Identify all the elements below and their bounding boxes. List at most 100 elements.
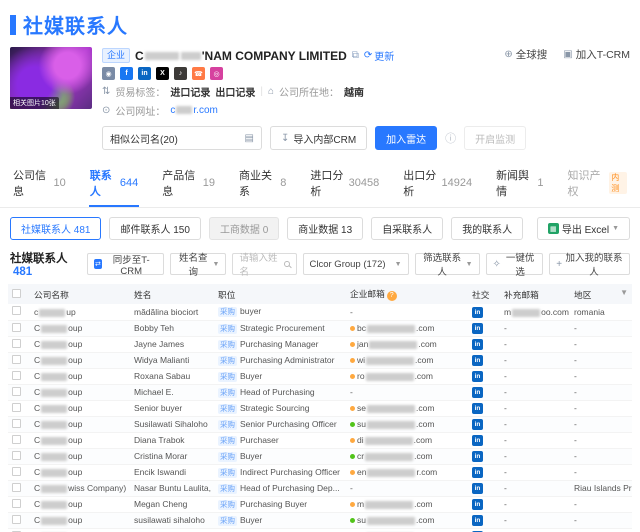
building-icon: ⌂ bbox=[268, 86, 275, 97]
linkedin-icon[interactable]: in bbox=[472, 515, 483, 526]
linkedin-icon[interactable]: in bbox=[472, 467, 483, 478]
similar-companies-button[interactable]: 相似公司名(20) ▤ bbox=[102, 126, 262, 150]
action-row: 相似公司名(20) ▤ ↧ 导入内部CRM 加入雷达 ⓘ 开启监测 bbox=[102, 126, 640, 150]
tab-products[interactable]: 产品信息 19 bbox=[161, 160, 216, 207]
global-search-button[interactable]: ⊕ 全球搜 bbox=[504, 47, 547, 62]
import-icon: ↧ bbox=[281, 132, 290, 144]
row-checkbox[interactable] bbox=[12, 354, 21, 364]
add-my-contacts-button[interactable]: + 加入我的联系人 bbox=[549, 253, 631, 278]
filter-funnel-icon[interactable]: ▼ bbox=[620, 288, 628, 297]
row-checkbox[interactable] bbox=[12, 322, 21, 332]
tab-ip[interactable]: 知识产权 内测 bbox=[566, 160, 628, 207]
email-status-dot bbox=[350, 470, 355, 476]
redacted-text bbox=[366, 516, 415, 525]
refresh-button[interactable]: ⟳ 更新 bbox=[364, 48, 394, 63]
cell-company: Coup bbox=[30, 320, 130, 337]
tiktok-icon[interactable]: ♪ bbox=[174, 67, 187, 80]
cell-social: in bbox=[468, 464, 500, 481]
header-region: 地区 ▼ bbox=[570, 284, 632, 304]
tcrm-icon: ▣ bbox=[563, 49, 573, 60]
import-record-link[interactable]: 进口记录 bbox=[170, 84, 210, 99]
linkedin-icon[interactable]: in bbox=[472, 339, 483, 350]
select-all-checkbox[interactable] bbox=[12, 288, 21, 298]
row-checkbox[interactable] bbox=[12, 466, 21, 476]
cell-checkbox bbox=[8, 416, 30, 433]
start-monitor-button[interactable]: 开启监测 bbox=[464, 126, 527, 150]
linkedin-icon[interactable]: in bbox=[472, 483, 483, 494]
row-checkbox[interactable] bbox=[12, 514, 21, 524]
redacted-text bbox=[41, 372, 68, 381]
row-checkbox[interactable] bbox=[12, 306, 21, 316]
row-checkbox[interactable] bbox=[12, 386, 21, 396]
name-query-dropdown[interactable]: 姓名查询 ▼ bbox=[169, 253, 227, 278]
cell-company: Coup bbox=[30, 400, 130, 417]
subtab-email-contacts[interactable]: 邮件联系人 150 bbox=[109, 217, 201, 240]
join-radar-button[interactable]: 加入雷达 bbox=[375, 126, 438, 150]
row-checkbox[interactable] bbox=[12, 482, 21, 492]
person-add-icon: + bbox=[556, 258, 563, 270]
facebook-icon[interactable]: f bbox=[120, 67, 133, 80]
cell-company: Coup bbox=[30, 448, 130, 465]
cell-extra-email: - bbox=[500, 496, 570, 513]
subtab-my-contacts[interactable]: 我的联系人 bbox=[451, 217, 524, 240]
row-checkbox[interactable] bbox=[12, 402, 21, 412]
website-icon[interactable]: ◉ bbox=[102, 67, 115, 80]
cell-checkbox bbox=[8, 336, 30, 353]
tab-business-rel[interactable]: 商业关系 8 bbox=[238, 160, 287, 207]
linkedin-icon[interactable]: in bbox=[472, 419, 483, 430]
company-website-link[interactable]: c r.com bbox=[170, 105, 217, 116]
phone-icon[interactable]: ☎ bbox=[192, 67, 205, 80]
subtab-business-data[interactable]: 工商数据 0 bbox=[208, 217, 280, 240]
subtab-commerce-data[interactable]: 商业数据 13 bbox=[287, 217, 364, 240]
filter-contacts-dropdown[interactable]: 筛选联系人 ▼ bbox=[414, 253, 480, 278]
instagram-icon[interactable]: ◎ bbox=[210, 67, 223, 80]
linkedin-icon[interactable]: in bbox=[472, 355, 483, 366]
group-select-dropdown[interactable]: Clcor Group (172) ▼ bbox=[302, 253, 409, 275]
linkedin-icon[interactable]: in bbox=[138, 67, 151, 80]
table-row: Coup susilawati sihaloho 采购 Buyer su .com in - - bbox=[8, 512, 632, 529]
tab-import-analysis[interactable]: 进口分析 30458 bbox=[309, 160, 380, 207]
linkedin-icon[interactable]: in bbox=[472, 371, 483, 382]
row-checkbox[interactable] bbox=[12, 338, 21, 348]
tab-export-analysis[interactable]: 出口分析 14924 bbox=[402, 160, 473, 207]
company-image[interactable]: 相关图片10张 bbox=[10, 47, 92, 109]
row-checkbox[interactable] bbox=[12, 418, 21, 428]
linkedin-icon[interactable]: in bbox=[472, 435, 483, 446]
cell-name: Roxana Sabau bbox=[130, 368, 214, 385]
linkedin-icon[interactable]: in bbox=[472, 403, 483, 414]
tab-contacts[interactable]: 联系人 644 bbox=[88, 160, 140, 207]
sync-tcrm-button[interactable]: ⇄ 同步至T-CRM bbox=[86, 253, 164, 277]
row-checkbox[interactable] bbox=[12, 498, 21, 508]
tab-label: 产品信息 bbox=[162, 170, 196, 198]
cell-checkbox bbox=[8, 304, 30, 321]
tab-company-info[interactable]: 公司信息 10 bbox=[12, 160, 67, 207]
x-icon[interactable]: X bbox=[156, 67, 169, 80]
linkedin-icon[interactable]: in bbox=[472, 387, 483, 398]
name-search-input[interactable]: 请输入姓名 bbox=[232, 253, 297, 278]
email-status-dot bbox=[350, 374, 355, 380]
linkedin-icon[interactable]: in bbox=[472, 499, 483, 510]
cell-email: se .com bbox=[346, 400, 468, 417]
cell-checkbox bbox=[8, 512, 30, 529]
row-checkbox[interactable] bbox=[12, 370, 21, 380]
redacted-text bbox=[41, 468, 68, 477]
help-icon[interactable]: ? bbox=[386, 290, 397, 301]
row-checkbox[interactable] bbox=[12, 434, 21, 444]
join-tcrm-button[interactable]: ▣ 加入T-CRM bbox=[563, 47, 630, 62]
export-excel-button[interactable]: ▦ 导出 Excel ▼ bbox=[536, 217, 630, 240]
linkedin-icon[interactable]: in bbox=[472, 306, 483, 318]
subtab-social-contacts[interactable]: 社媒联系人 481 bbox=[10, 217, 102, 240]
redacted-text bbox=[41, 340, 68, 349]
info-icon[interactable]: ⓘ bbox=[445, 130, 456, 146]
one-click-optimize-button[interactable]: ✧ 一键优选 bbox=[485, 253, 544, 278]
tab-news[interactable]: 新闻舆情 1 bbox=[495, 160, 544, 207]
row-checkbox[interactable] bbox=[12, 450, 21, 460]
subtab-self-collected[interactable]: 自采联系人 bbox=[371, 217, 444, 240]
copy-icon[interactable]: ⧉ bbox=[352, 50, 359, 61]
subtab-label: 邮件联系人 150 bbox=[120, 225, 190, 236]
export-record-link[interactable]: 出口记录 bbox=[215, 84, 255, 99]
linkedin-icon[interactable]: in bbox=[472, 323, 483, 334]
import-crm-button[interactable]: ↧ 导入内部CRM bbox=[270, 126, 368, 150]
linkedin-icon[interactable]: in bbox=[472, 451, 483, 462]
cell-extra-email: - bbox=[500, 320, 570, 337]
